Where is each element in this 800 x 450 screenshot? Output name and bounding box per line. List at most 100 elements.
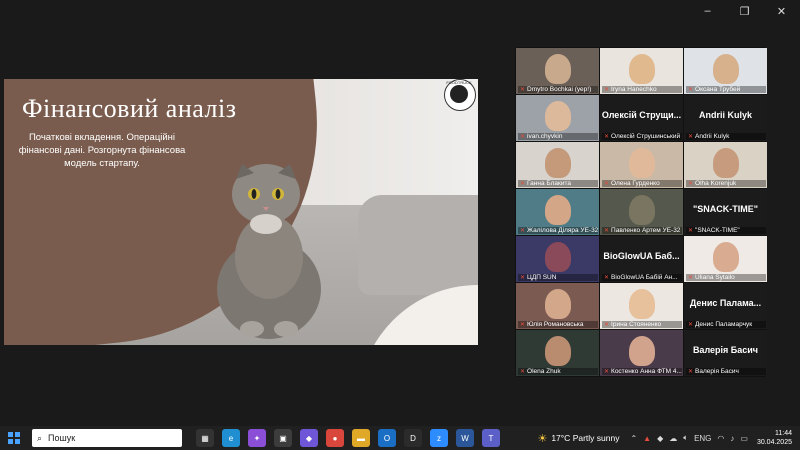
participant-face xyxy=(713,148,739,178)
language-indicator[interactable]: ENG xyxy=(694,434,711,443)
participant-name: Валерія Басич xyxy=(695,368,739,375)
tray-cloud-icon[interactable]: ☁ xyxy=(669,434,677,443)
participant-tile[interactable]: Валерія Басич ✕ Валерія Басич xyxy=(684,330,767,376)
participant-name: Iryna Hanechko xyxy=(611,86,657,93)
participant-tile[interactable]: ✕ Dmytro Bochkai (уер!) xyxy=(516,48,599,94)
participant-tile[interactable]: BioGlowUA Баб... ✕ BioGlowUA Бабій Ан... xyxy=(600,236,683,282)
participant-tile[interactable]: ✕ Костенко Анна ФТМ 4... xyxy=(600,330,683,376)
participant-name: Uliana Sytailo xyxy=(695,274,735,281)
participant-face xyxy=(545,336,571,366)
participant-tile[interactable]: ✕ Olena Zhuk xyxy=(516,330,599,376)
search-label: Пошук xyxy=(48,433,76,443)
participant-face xyxy=(713,54,739,84)
participant-name-label: ✕ "SNACK-TIME" xyxy=(686,227,766,234)
participant-tile[interactable]: Andrii Kulyk ✕ Andrii Kulyk xyxy=(684,95,767,141)
participant-name: Денис Паламарчук xyxy=(695,321,753,328)
participant-name: Жалілова Діляра УЕ-32 xyxy=(527,227,598,234)
speaker-icon[interactable]: ♪ xyxy=(730,434,734,443)
participant-name-label: ✕ Олена Гурденко xyxy=(602,180,682,187)
clock[interactable]: 11:44 30.04.2025 xyxy=(757,429,792,447)
participant-display-name: Валерія Басич xyxy=(692,345,759,355)
maximize-icon[interactable]: ❐ xyxy=(726,0,763,22)
participant-name: Оксана Трубей xyxy=(695,86,741,93)
muted-mic-icon: ✕ xyxy=(520,275,526,281)
participant-tile[interactable]: ✕ Uliana Sytailo xyxy=(684,236,767,282)
participant-name: Dmytro Bochkai (уер!) xyxy=(527,86,592,93)
zoom-icon[interactable]: z xyxy=(430,429,448,447)
participant-tile[interactable]: ✕ Юлія Романовська xyxy=(516,283,599,329)
participant-face xyxy=(629,148,655,178)
weather-widget[interactable]: ☀ 17°C Partly sunny xyxy=(537,432,619,445)
participant-name-label: ✕ ivan.chyvkin xyxy=(518,133,598,140)
tray-dropbox-icon[interactable]: ◆ xyxy=(657,434,663,443)
participant-tile[interactable]: ✕ Iryna Hanechko xyxy=(600,48,683,94)
participant-face xyxy=(629,54,655,84)
participant-tile[interactable]: ✕ Olha Korenjuk xyxy=(684,142,767,188)
photos-icon[interactable]: ◆ xyxy=(300,429,318,447)
dell-icon[interactable]: D xyxy=(404,429,422,447)
participant-name-label: ✕ BioGlowUA Бабій Ан... xyxy=(602,274,682,281)
participant-face xyxy=(545,242,571,272)
participant-name-label: ✕ Dmytro Bochkai (уер!) xyxy=(518,86,598,93)
participant-face xyxy=(713,242,739,272)
explorer-icon[interactable]: ▬ xyxy=(352,429,370,447)
muted-mic-icon: ✕ xyxy=(688,322,694,328)
tray-app-icon[interactable]: ▲ xyxy=(643,434,651,443)
participant-face xyxy=(545,195,571,225)
search-box[interactable]: ⌕ Пошук xyxy=(32,429,182,447)
tray-sound-icon[interactable]: 🔈︎ xyxy=(683,433,688,443)
participant-face xyxy=(545,54,571,84)
participant-name: Юлія Романовська xyxy=(527,321,584,328)
slide-title: Фінансовий аналіз xyxy=(22,94,237,123)
chrome-icon[interactable]: ● xyxy=(326,429,344,447)
participant-face xyxy=(629,195,655,225)
copilot-icon[interactable]: ✦ xyxy=(248,429,266,447)
participant-tile[interactable]: Олексій Струщи... ✕ Олексій Струшинський xyxy=(600,95,683,141)
participant-name-label: ✕ Andrii Kulyk xyxy=(686,133,766,140)
participant-display-name: Andrii Kulyk xyxy=(698,110,752,120)
start-button[interactable] xyxy=(8,432,20,444)
outlook-icon[interactable]: O xyxy=(378,429,396,447)
participant-name: BioGlowUA Бабій Ан... xyxy=(611,274,678,281)
wifi-icon[interactable]: ◠ xyxy=(717,434,724,443)
close-icon[interactable]: ✕ xyxy=(763,0,800,22)
participant-tile[interactable]: ✕ ЦДП SUN xyxy=(516,236,599,282)
muted-mic-icon: ✕ xyxy=(604,369,610,375)
muted-mic-icon: ✕ xyxy=(604,134,610,140)
store-icon[interactable]: ▣ xyxy=(274,429,292,447)
participant-tile[interactable]: Денис Палама... ✕ Денис Паламарчук xyxy=(684,283,767,329)
weather-temp: 17°C xyxy=(551,433,571,443)
clock-time: 11:44 xyxy=(775,430,792,437)
teams-icon[interactable]: T xyxy=(482,429,500,447)
participant-name-label: ✕ Жалілова Діляра УЕ-32 xyxy=(518,227,598,234)
participant-name-label: ✕ Iryna Hanechko xyxy=(602,86,682,93)
participant-name-label: ✕ Ганна Блакита xyxy=(518,180,598,187)
participant-name: Костенко Анна ФТМ 4... xyxy=(611,368,682,375)
participant-tile[interactable]: "SNACK-TIME" ✕ "SNACK-TIME" xyxy=(684,189,767,235)
task-view-icon[interactable]: ▦ xyxy=(196,429,214,447)
edge-icon[interactable]: e xyxy=(222,429,240,447)
tray-chevron-icon[interactable]: ⌃ xyxy=(630,434,637,443)
muted-mic-icon: ✕ xyxy=(520,228,526,234)
participant-tile[interactable]: ✕ Олена Гурденко xyxy=(600,142,683,188)
participant-name-label: ✕ ЦДП SUN xyxy=(518,274,598,281)
participant-tile[interactable]: ✕ ivan.chyvkin xyxy=(516,95,599,141)
participant-name: Ганна Блакита xyxy=(527,180,571,187)
participant-name: Олена Гурденко xyxy=(611,180,660,187)
participant-tile[interactable]: ✕ Ганна Блакита xyxy=(516,142,599,188)
participant-face xyxy=(629,289,655,319)
word-icon[interactable]: W xyxy=(456,429,474,447)
battery-icon[interactable]: ▭ xyxy=(740,434,748,443)
participant-tile[interactable]: ✕ Жалілова Діляра УЕ-32 xyxy=(516,189,599,235)
minimize-icon[interactable]: – xyxy=(689,0,726,22)
participant-name-label: ✕ Павленко Артем УЕ-32 xyxy=(602,227,682,234)
participant-name-label: ✕ Олексій Струшинський xyxy=(602,133,682,140)
participant-face xyxy=(545,289,571,319)
participant-tile[interactable]: ✕ Оксана Трубей xyxy=(684,48,767,94)
participant-tile[interactable]: ✕ Ірина Стояненко xyxy=(600,283,683,329)
brand-logo-text: FOODTRUCK xyxy=(446,80,472,85)
shared-slide: Фінансовий аналіз Початкові вкладення. О… xyxy=(4,79,478,345)
participant-tile[interactable]: ✕ Павленко Артем УЕ-32 xyxy=(600,189,683,235)
participant-face xyxy=(545,101,571,131)
muted-mic-icon: ✕ xyxy=(688,228,694,234)
